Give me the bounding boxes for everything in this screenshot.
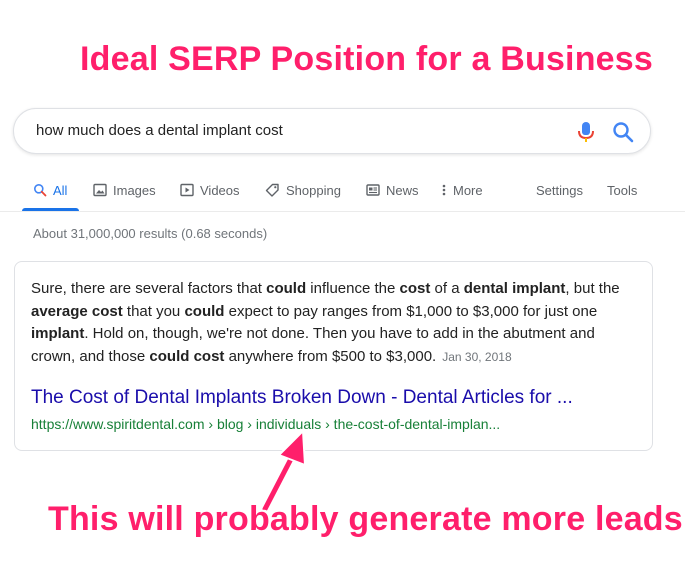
video-icon — [180, 183, 194, 197]
tab-images[interactable]: Images — [93, 180, 156, 200]
snippet-segment: Sure, there are several factors that — [31, 280, 267, 297]
snippet-bold-term: average cost — [31, 302, 123, 320]
snippet-bold-term: could — [184, 302, 225, 320]
tab-label: News — [386, 182, 419, 198]
featured-snippet: Sure, there are several factors that cou… — [14, 261, 653, 451]
tabs-divider — [0, 211, 685, 212]
result-stats: About 31,000,000 results (0.68 seconds) — [33, 226, 268, 241]
tab-label: Shopping — [286, 182, 341, 198]
search-icon — [34, 184, 47, 197]
snippet-segment: influence the — [306, 280, 400, 297]
tab-shopping[interactable]: Shopping — [265, 180, 341, 200]
tab-label: Tools — [607, 182, 638, 198]
snippet-bold-term: dental implant — [463, 280, 566, 297]
result-title-link[interactable]: The Cost of Dental Implants Broken Down … — [31, 387, 573, 409]
snippet-bold-term: cost — [399, 280, 431, 297]
search-input[interactable]: how much does a dental implant cost — [36, 122, 283, 139]
snippet-body: Sure, there are several factors that cou… — [31, 280, 620, 365]
tab-label: Settings — [536, 182, 583, 198]
tab-more[interactable]: More — [441, 180, 483, 200]
annotation-heading-bottom: This will probably generate more leads — [48, 500, 684, 539]
snippet-bold-term: could cost — [149, 347, 225, 365]
tab-label: All — [53, 182, 68, 198]
image-icon — [93, 183, 107, 197]
snippet-date: Jan 30, 2018 — [442, 349, 512, 364]
tab-news[interactable]: News — [366, 180, 419, 200]
more-vertical-icon — [442, 184, 446, 196]
search-box[interactable]: how much does a dental implant cost — [13, 108, 651, 154]
tab-videos[interactable]: Videos — [180, 180, 240, 200]
snippet-bold-term: could — [266, 280, 307, 297]
snippet-segment: that you — [122, 302, 185, 320]
tab-tools[interactable]: Tools — [607, 180, 637, 200]
tag-icon — [265, 183, 279, 197]
annotation-heading-top: Ideal SERP Position for a Business — [80, 40, 654, 79]
snippet-bold-term: implant — [31, 325, 85, 342]
search-tabs: All Images Videos Shopping News More Set… — [0, 176, 685, 212]
tab-label: Videos — [200, 182, 240, 198]
tab-label: More — [453, 182, 483, 198]
snippet-segment: anywhere from $500 to $3,000. — [224, 347, 437, 365]
search-icon[interactable] — [611, 120, 635, 144]
snippet-text: Sure, there are several factors that cou… — [31, 278, 641, 368]
tab-label: Images — [113, 182, 156, 198]
snippet-segment: of a — [430, 280, 464, 297]
tab-settings[interactable]: Settings — [536, 180, 583, 200]
snippet-segment: expect to pay ranges from $1,000 to $3,0… — [224, 302, 598, 320]
news-icon — [366, 184, 380, 196]
snippet-segment: , but the — [565, 280, 620, 297]
mic-icon[interactable] — [575, 120, 597, 144]
tab-all[interactable]: All — [33, 180, 67, 200]
